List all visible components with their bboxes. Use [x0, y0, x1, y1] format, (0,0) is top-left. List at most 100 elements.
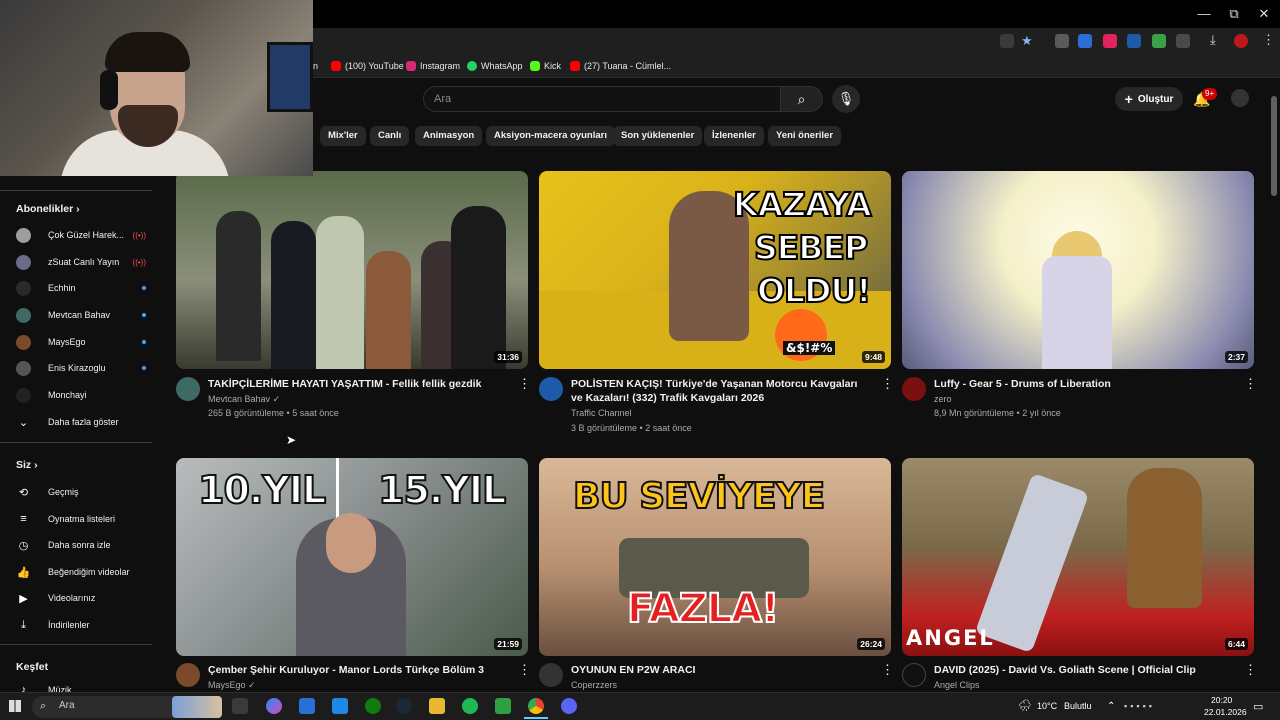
chip-animation[interactable]: Animasyon: [415, 126, 483, 146]
minimize-button[interactable]: —: [1193, 4, 1215, 24]
video-title[interactable]: OYUNUN EN P2W ARACI: [571, 663, 871, 677]
channel-name[interactable]: Mevtcan Bahav ✓: [208, 392, 280, 407]
chevron-up-icon[interactable]: ⌃: [1107, 701, 1115, 712]
voice-search-button[interactable]: 🎙: [832, 85, 860, 113]
weather-desc[interactable]: Bulutlu: [1064, 701, 1092, 711]
restore-button[interactable]: ⧉: [1223, 4, 1245, 24]
bookmark-instagram[interactable]: Instagram: [406, 58, 460, 74]
browser-menu-icon[interactable]: ⋮: [1262, 32, 1275, 48]
chip-live[interactable]: Canlı: [370, 126, 410, 146]
more-options-icon[interactable]: ⋮: [881, 663, 894, 677]
sidebar-item-subscription[interactable]: zSuat Canlı Yayın ((•)): [16, 253, 146, 271]
clock-time[interactable]: 20:20: [1211, 695, 1232, 705]
sidebar-item-history[interactable]: ⟲ Geçmiş: [16, 483, 146, 501]
channel-avatar[interactable]: [902, 377, 926, 401]
bookmark-item[interactable]: n: [313, 58, 318, 74]
chip-new-to-you[interactable]: Yeni öneriler: [768, 126, 842, 146]
chip-mixes[interactable]: Mix'ler: [320, 126, 366, 146]
more-options-icon[interactable]: ⋮: [518, 663, 531, 677]
app-icon[interactable]: [495, 698, 511, 714]
bookmark-star-icon[interactable]: ★: [1021, 33, 1033, 49]
channel-name[interactable]: zero: [934, 392, 952, 407]
mail-icon[interactable]: [332, 698, 348, 714]
extension-icon[interactable]: [1152, 34, 1166, 48]
video-title[interactable]: Luffy - Gear 5 - Drums of Liberation: [934, 377, 1234, 391]
you-heading[interactable]: Siz ›: [16, 459, 38, 471]
windows-start-icon[interactable]: [9, 700, 21, 712]
more-options-icon[interactable]: ⋮: [1244, 377, 1257, 391]
folder-icon[interactable]: [429, 698, 445, 714]
channel-name[interactable]: Angel Clips: [934, 678, 980, 693]
profile-avatar-icon[interactable]: [1234, 34, 1248, 48]
bookmark-kick[interactable]: Kick: [530, 58, 561, 74]
task-view-icon[interactable]: [232, 698, 248, 714]
video-thumbnail[interactable]: 2:37: [902, 171, 1254, 369]
subscription-label: zSuat Canlı Yayın: [48, 257, 120, 267]
store-icon[interactable]: [299, 698, 315, 714]
chip-action-adventure[interactable]: Aksiyon-macera oyunları: [486, 126, 615, 146]
channel-avatar[interactable]: [539, 663, 563, 687]
bookmark-tuana[interactable]: (27) Tuana - Cümlel...: [570, 58, 671, 74]
scrollbar-thumb[interactable]: [1271, 96, 1277, 196]
channel-avatar[interactable]: [176, 663, 200, 687]
more-options-icon[interactable]: ⋮: [881, 377, 894, 391]
sidebar-item-playlists[interactable]: ≡ Oynatma listeleri: [16, 510, 146, 528]
more-options-icon[interactable]: ⋮: [1244, 663, 1257, 677]
account-avatar[interactable]: [1231, 89, 1249, 107]
video-title[interactable]: TAKİPÇİLERİME HAYATI YAŞATTIM - Fellik f…: [208, 377, 508, 391]
puzzle-icon[interactable]: [1176, 34, 1190, 48]
more-options-icon[interactable]: ⋮: [518, 377, 531, 391]
notification-center-icon[interactable]: ▭: [1253, 700, 1263, 713]
extension-icon[interactable]: [1078, 34, 1092, 48]
sidebar-item-subscription[interactable]: Çok Güzel Harek... ((•)): [16, 226, 146, 244]
video-title[interactable]: POLİSTEN KAÇIŞ! Türkiye'de Yaşanan Motor…: [571, 377, 871, 405]
video-thumbnail[interactable]: 31:36: [176, 171, 528, 369]
sidebar-item-downloads[interactable]: ⤓ İndirilenler: [16, 616, 146, 634]
channel-name[interactable]: Traffic Channel: [571, 406, 632, 421]
close-window-button[interactable]: ✕: [1253, 4, 1275, 24]
channel-avatar[interactable]: [902, 663, 926, 687]
channel-avatar[interactable]: [539, 377, 563, 401]
steam-icon[interactable]: [396, 698, 412, 714]
extension-icon[interactable]: [1127, 34, 1141, 48]
search-input[interactable]: Ara: [423, 86, 781, 112]
download-icon[interactable]: ⤓: [1210, 32, 1216, 48]
sidebar-item-watch-later[interactable]: ◷ Daha sonra izle: [16, 536, 146, 554]
install-icon[interactable]: [1000, 34, 1014, 48]
thumbnail-text: KAZAYA: [732, 184, 873, 225]
create-button[interactable]: + Oluştur: [1115, 87, 1183, 111]
bookmark-whatsapp[interactable]: WhatsApp: [467, 58, 523, 74]
discord-icon[interactable]: [561, 698, 577, 714]
clock-date[interactable]: 22.01.2026: [1204, 707, 1247, 717]
channel-name[interactable]: Coperzzers: [571, 678, 617, 693]
spotify-icon[interactable]: [462, 698, 478, 714]
sidebar-item-subscription[interactable]: Echhin: [16, 279, 146, 297]
sidebar-item-subscription[interactable]: Enis Kirazoglu: [16, 359, 146, 377]
show-more-button[interactable]: ⌄ Daha fazla göster: [16, 413, 146, 431]
extension-icon[interactable]: [1103, 34, 1117, 48]
video-thumbnail[interactable]: BU SEVİYEYE FAZLA! 26:24: [539, 458, 891, 656]
video-thumbnail[interactable]: ANGEL 6:44: [902, 458, 1254, 656]
video-thumbnail[interactable]: 10.YIL 15.YIL 21:59: [176, 458, 528, 656]
sidebar-item-your-videos[interactable]: ▶ Videolarınız: [16, 589, 146, 607]
extension-icon[interactable]: [1055, 34, 1069, 48]
chip-watched[interactable]: İzlenenler: [704, 126, 764, 146]
video-thumbnail[interactable]: KAZAYA SEBEP OLDU! &$!#% 9:48: [539, 171, 891, 369]
weather-temp[interactable]: 10°C: [1037, 701, 1057, 711]
video-title[interactable]: Çember Şehir Kuruluyor - Manor Lords Tür…: [208, 663, 508, 677]
subscriptions-heading[interactable]: Abonelikler ›: [16, 203, 80, 215]
sidebar-item-subscription[interactable]: MaysEgo: [16, 333, 146, 351]
copilot-icon[interactable]: [266, 698, 282, 714]
bookmark-youtube[interactable]: (100) YouTube: [331, 58, 404, 74]
channel-name[interactable]: MaysEgo ✓: [208, 678, 256, 693]
video-title[interactable]: DAVID (2025) - David Vs. Goliath Scene |…: [934, 663, 1234, 677]
channel-avatar[interactable]: [176, 377, 200, 401]
chrome-icon[interactable]: [528, 698, 544, 714]
system-tray-icons[interactable]: ▪▪▪▪▪: [1124, 701, 1194, 711]
xbox-icon[interactable]: [365, 698, 381, 714]
chip-recently-uploaded[interactable]: Son yüklenenler: [613, 126, 703, 146]
sidebar-item-subscription[interactable]: Mevtcan Bahav: [16, 306, 146, 324]
search-button[interactable]: ⌕: [781, 86, 823, 112]
sidebar-item-liked-videos[interactable]: 👍 Beğendiğim videolar: [16, 563, 146, 581]
sidebar-item-subscription[interactable]: Monchayi: [16, 386, 146, 404]
